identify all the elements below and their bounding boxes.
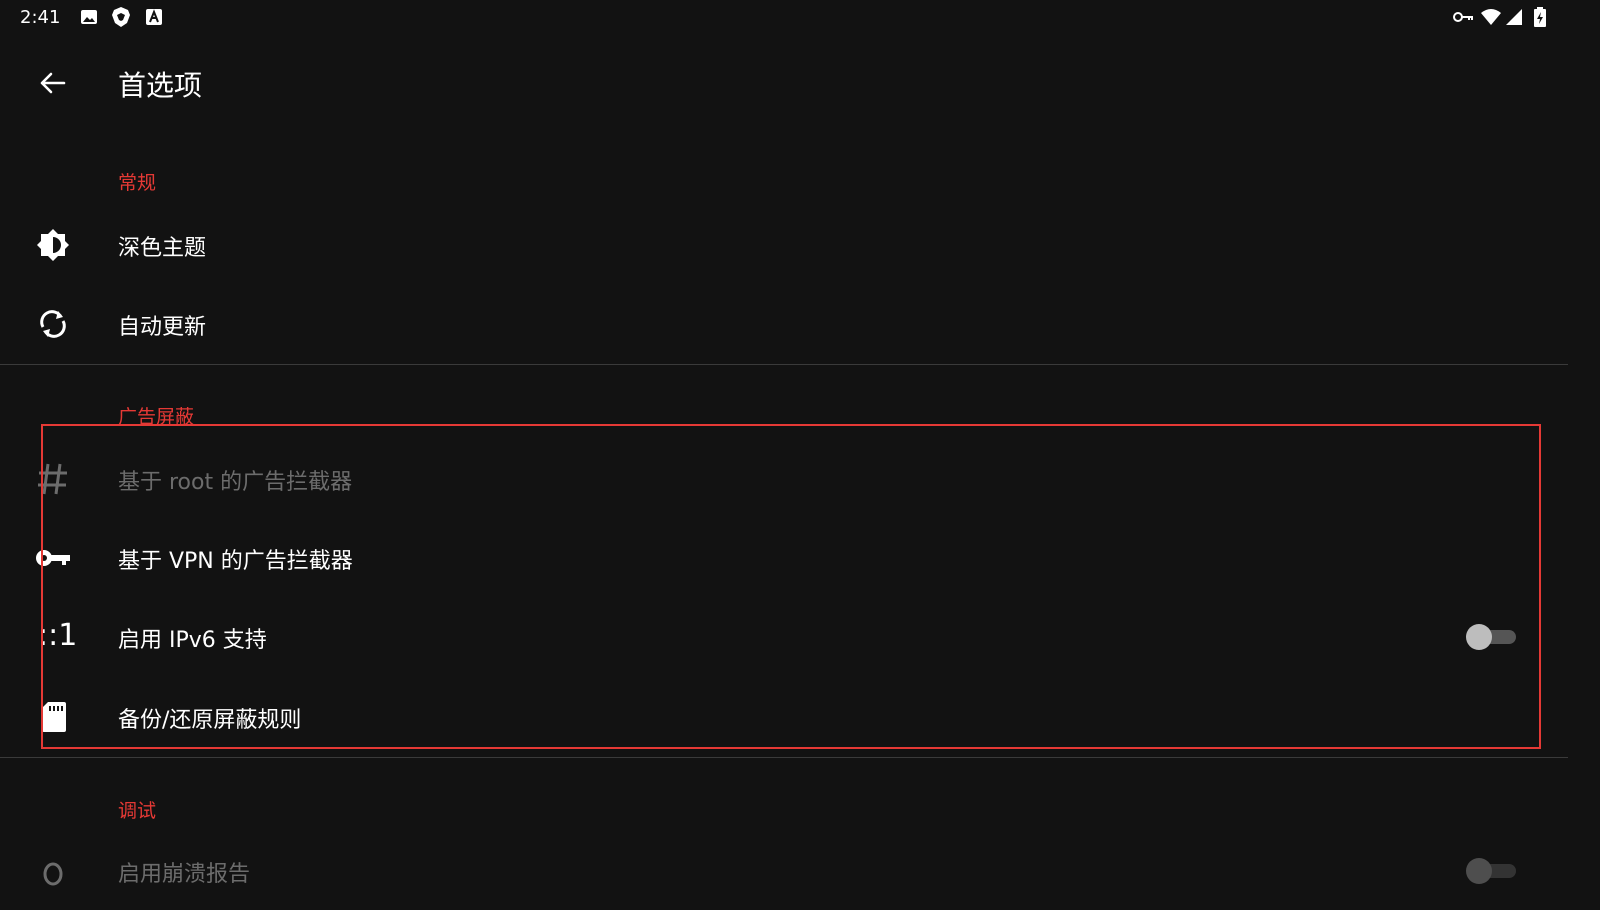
pref-backup-restore[interactable]: 备份/还原屏蔽规则 [0, 678, 1568, 756]
page-title: 首选项 [118, 69, 203, 102]
key-icon [36, 550, 70, 566]
section-header-debug: 调试 [118, 800, 157, 822]
a-text-icon [146, 9, 162, 25]
ipv6-switch[interactable] [1466, 624, 1518, 650]
section-header-ad-blocking: 广告屏蔽 [118, 406, 195, 428]
ipv6-icon: ::1 [38, 618, 78, 653]
status-bar: 2:41 [0, 0, 1568, 36]
brightness-icon [37, 229, 69, 261]
sync-icon [40, 310, 66, 338]
divider [0, 364, 1568, 365]
sd-card-icon [42, 702, 66, 732]
pref-dark-theme[interactable]: 深色主题 [0, 206, 1568, 284]
toolbar: 首选项 [0, 36, 1568, 128]
signal-icon [1506, 9, 1522, 25]
bug-icon [43, 862, 63, 886]
switch-thumb [1466, 624, 1492, 650]
vpn-key-icon [1453, 12, 1473, 22]
pref-label: 启用崩溃报告 [118, 862, 251, 887]
pref-crash-report: 启用崩溃报告 [0, 832, 1568, 910]
pref-label: 基于 root 的广告拦截器 [118, 470, 353, 495]
pref-label: 自动更新 [118, 315, 207, 340]
crash-report-switch [1466, 858, 1518, 884]
image-icon [81, 10, 97, 24]
hash-icon [38, 463, 67, 495]
switch-thumb [1466, 858, 1492, 884]
pref-root-adblocker: 基于 root 的广告拦截器 [0, 440, 1568, 518]
pref-auto-update[interactable]: 自动更新 [0, 285, 1568, 363]
pref-label: 深色主题 [118, 236, 207, 261]
arrow-left-icon[interactable] [36, 66, 70, 100]
pref-label: 备份/还原屏蔽规则 [118, 708, 302, 733]
battery-charging-icon [1534, 7, 1546, 27]
section-header-general: 常规 [118, 172, 157, 194]
wifi-icon [1481, 9, 1501, 25]
pref-label: 基于 VPN 的广告拦截器 [118, 549, 353, 574]
pref-ipv6[interactable]: ::1 启用 IPv6 支持 [0, 598, 1568, 676]
pref-vpn-adblocker[interactable]: 基于 VPN 的广告拦截器 [0, 519, 1568, 597]
brave-lion-icon [112, 7, 130, 27]
status-time: 2:41 [20, 7, 61, 28]
pref-label: 启用 IPv6 支持 [118, 628, 267, 653]
divider [0, 757, 1568, 758]
